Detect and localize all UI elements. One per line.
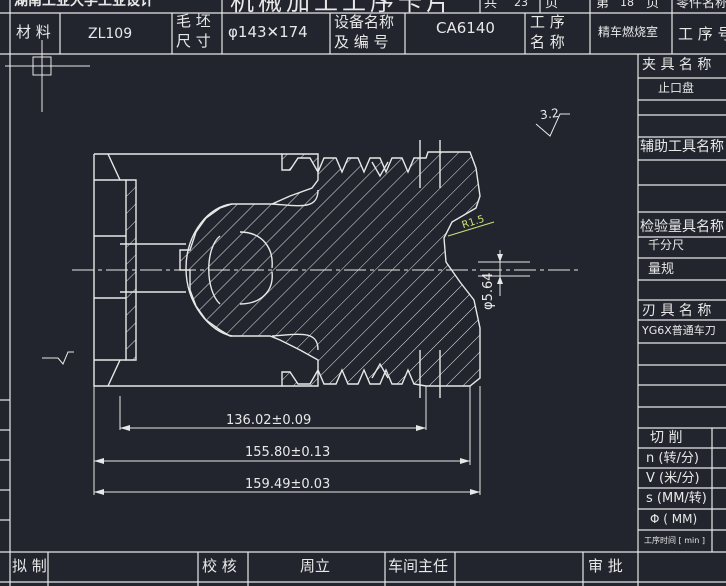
workshop-director-label: 车间主任 [388,557,449,575]
cutter-value: YG6X普通车刀 [642,324,716,337]
process-value: 精车燃烧室 [598,25,659,39]
process-label-2: 名 称 [530,33,565,51]
blank-label-2: 尺 寸 [176,32,211,50]
equip-label-1: 设备名称 [334,13,395,31]
process-card-frame [0,0,726,586]
gauge-label: 检验量具名称 [640,219,724,235]
process-no-label: 工 序 号 [678,25,726,43]
param-n: n (转/分) [646,451,699,466]
equip-value: CA6140 [436,19,495,37]
gauge-value-2: 量规 [648,262,675,277]
top-left-org: 湖南工业大学工业设计 [14,0,154,9]
process-time-label: 工序时间 [ min ] [644,536,705,545]
material-label: 材 料 [16,23,51,41]
checked-by-label: 校 核 [202,557,237,575]
total-pages-unit: 页 [545,0,559,11]
aux-tool-label: 辅助工具名称 [640,139,724,155]
cutter-label: 刃 具 名 称 [642,303,712,319]
drawn-by-label: 拟 制 [12,557,47,575]
current-page-value: 18 [620,0,634,9]
approve-label: 审 批 [588,557,623,575]
dimension-155: 155.80±0.13 [245,445,331,460]
dimension-159: 159.49±0.03 [245,477,331,492]
total-pages-value: 23 [514,0,528,9]
fixture-value: 止口盘 [658,81,695,95]
material-value: ZL109 [88,26,133,42]
process-label-1: 工 序 [530,13,565,31]
roughness-value: 3.2 [539,105,560,123]
current-page-label: 第 [596,0,610,11]
current-page-unit: 页 [646,0,660,11]
param-v: V (米/分) [646,471,700,486]
param-phi: Φ ( MM) [650,512,698,526]
total-pages-label: 共 [484,0,498,11]
part-section [72,140,580,398]
cutting-label: 切 削 [650,430,683,446]
equip-label-2: 及 编 号 [334,33,389,51]
gauge-value-1: 千分尺 [648,238,685,252]
checked-by-name: 周立 [300,557,331,575]
card-title: 机械加工工序卡片 [230,0,454,16]
blank-label-1: 毛 坯 [176,12,211,30]
blank-value: φ143✕174 [228,23,308,41]
param-s: s (MM/转) [646,491,707,506]
part-name-label: 零件名称 [676,0,726,11]
diameter-dimension: φ5.64 [481,272,496,310]
dimension-136: 136.02±0.09 [226,413,312,428]
fixture-label: 夹 具 名 称 [642,57,712,73]
